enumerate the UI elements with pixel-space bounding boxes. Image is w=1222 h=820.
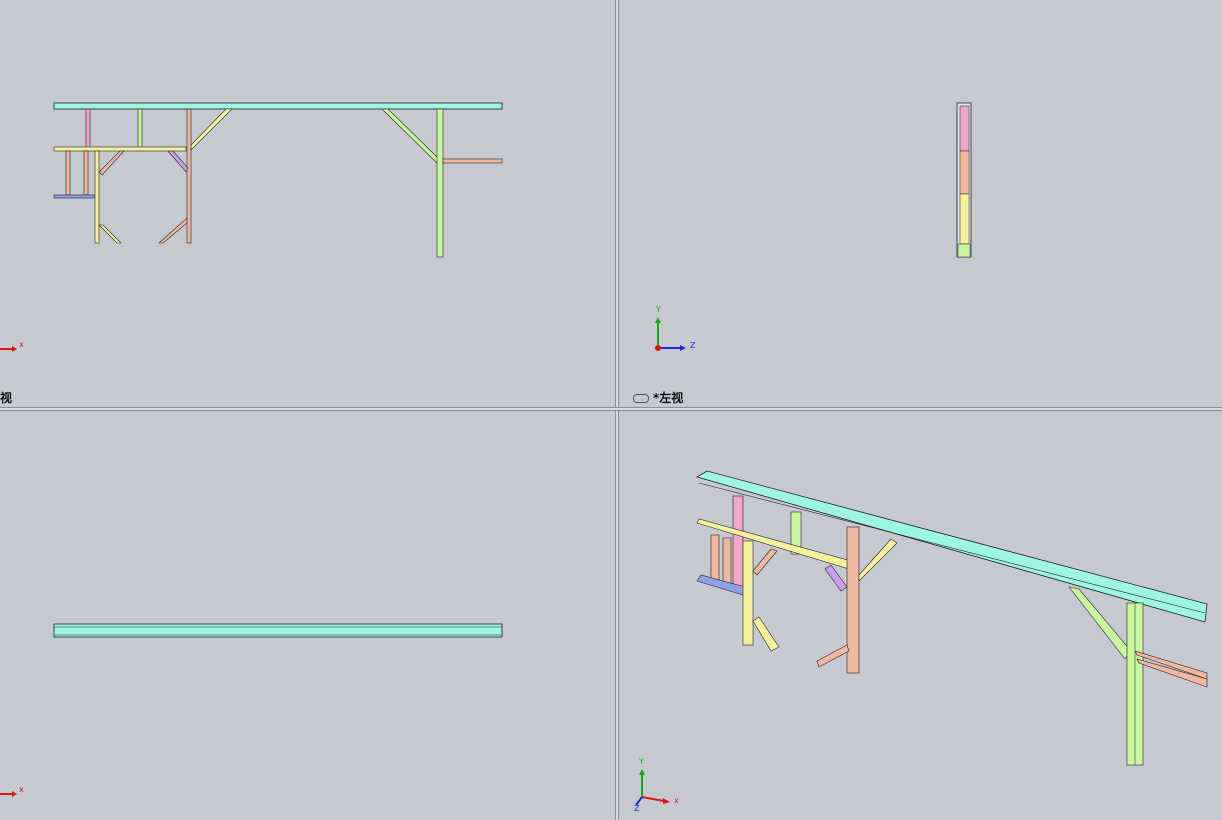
svg-text:Y: Y <box>655 305 661 314</box>
isometric-view-model <box>696 470 1208 766</box>
front-view-model <box>53 102 503 258</box>
svg-text:x: x <box>19 340 24 349</box>
svg-text:Z: Z <box>690 341 696 350</box>
svg-text:x: x <box>674 796 679 805</box>
coordinate-triad: x <box>0 785 24 797</box>
view-name-label: *左视 <box>633 389 683 406</box>
link-icon <box>633 394 649 403</box>
coordinate-triad: Y Z <box>655 305 696 351</box>
isometric-viewport[interactable]: Y x Z <box>619 411 1222 820</box>
coordinate-triad: x <box>0 340 24 352</box>
svg-text:x: x <box>19 785 24 794</box>
svg-text:Z: Z <box>634 804 640 813</box>
svg-text:Y: Y <box>638 757 644 766</box>
front-viewport[interactable]: x 视 <box>0 0 615 407</box>
left-viewport[interactable]: Y Z *左视 <box>619 0 1222 407</box>
top-viewport[interactable]: x <box>0 411 615 820</box>
view-name-label: 视 <box>0 391 13 405</box>
left-view-model <box>956 102 972 258</box>
top-view-model <box>53 623 503 638</box>
coordinate-triad: Y x Z <box>634 757 679 813</box>
viewport-splitter-horizontal[interactable] <box>0 407 1222 411</box>
